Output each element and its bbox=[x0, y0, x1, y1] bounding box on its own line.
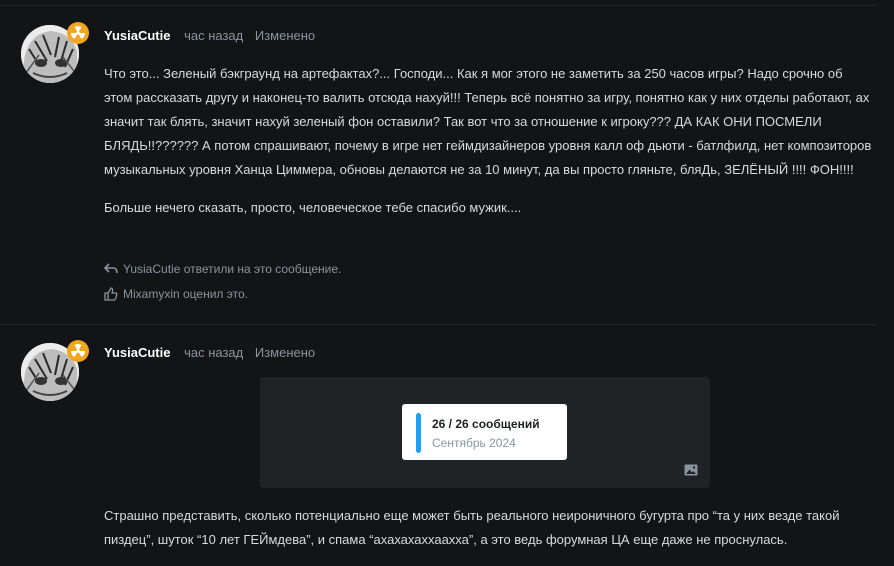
reply-notice-text: YusiaCutie ответили на это сообщение. bbox=[123, 262, 342, 276]
edited-label: Изменено bbox=[254, 28, 316, 43]
image-icon[interactable] bbox=[684, 463, 698, 481]
reaction-text: Mixamyxin оценил это. bbox=[123, 287, 248, 301]
embed-accent-bar bbox=[416, 413, 421, 453]
reaction-summary[interactable]: Mixamyxin оценил это. bbox=[104, 287, 248, 301]
embed-date: Сентябрь 2024 bbox=[432, 436, 516, 450]
radiation-icon bbox=[67, 340, 89, 362]
reply-arrow-icon bbox=[104, 263, 118, 275]
embed-title: 26 / 26 сообщений bbox=[432, 417, 540, 431]
post-paragraph: Страшно представить, сколько потенциальн… bbox=[104, 508, 840, 547]
post-time[interactable]: час назад bbox=[184, 345, 243, 360]
embed-card[interactable]: 26 / 26 сообщений Сентябрь 2024 bbox=[402, 404, 567, 460]
username-link[interactable]: YusiaCutie bbox=[104, 28, 170, 43]
thumbs-up-icon bbox=[104, 287, 118, 301]
post-paragraph: Что это... Зеленый бэкграунд на артефакт… bbox=[104, 66, 872, 177]
embed-block[interactable]: 26 / 26 сообщений Сентябрь 2024 bbox=[260, 377, 710, 488]
post-divider bbox=[0, 324, 876, 325]
post-time[interactable]: час назад bbox=[184, 28, 243, 43]
username-link[interactable]: YusiaCutie bbox=[104, 345, 170, 360]
post-meta: YusiaCutie час назад Изменено bbox=[104, 28, 315, 43]
post-body: Что это... Зеленый бэкграунд на артефакт… bbox=[104, 62, 874, 234]
post-paragraph: Больше нечего сказать, просто, человечес… bbox=[104, 200, 522, 215]
top-divider bbox=[0, 5, 876, 6]
post-meta: YusiaCutie час назад Изменено bbox=[104, 345, 315, 360]
post-body: Страшно представить, сколько потенциальн… bbox=[104, 504, 874, 566]
reply-notice[interactable]: YusiaCutie ответили на это сообщение. bbox=[104, 262, 341, 276]
edited-label: Изменено bbox=[254, 345, 316, 360]
radiation-icon bbox=[67, 22, 89, 44]
